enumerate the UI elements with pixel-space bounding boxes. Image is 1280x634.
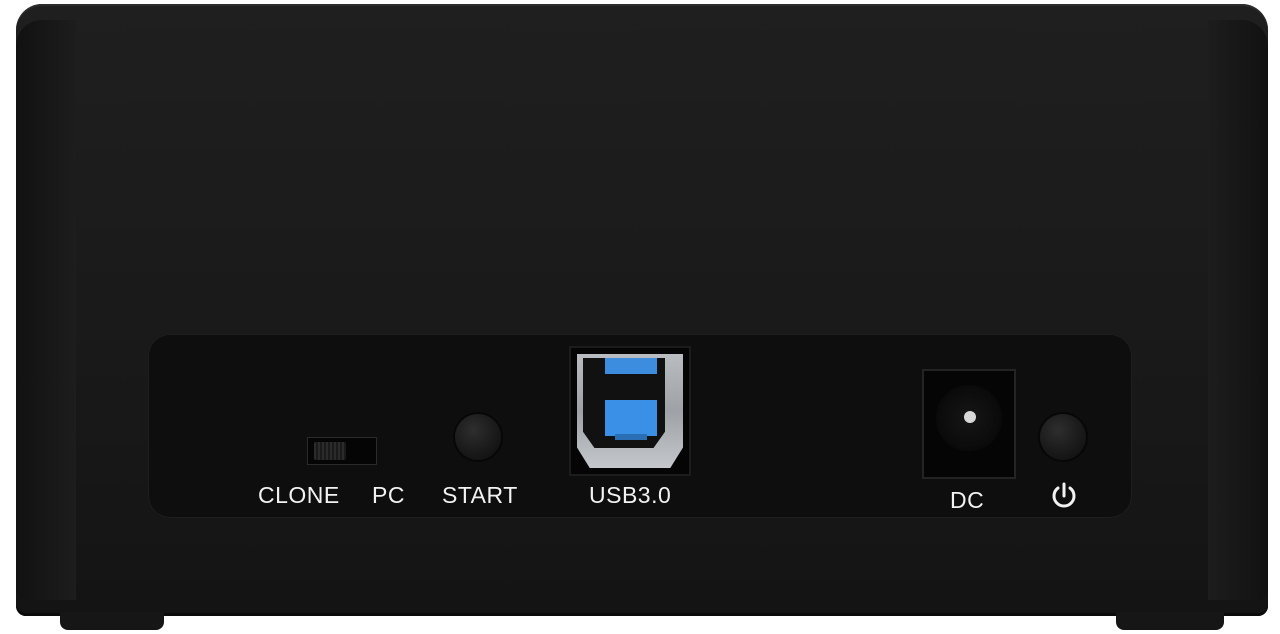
usb-b-port-icon[interactable] bbox=[569, 346, 691, 476]
usb-contact-shadow bbox=[615, 434, 647, 440]
right-foot bbox=[1116, 612, 1224, 630]
start-button[interactable] bbox=[455, 414, 501, 460]
usb-contact-top bbox=[605, 358, 657, 374]
dc-jack-icon[interactable] bbox=[922, 369, 1016, 479]
pc-label: PC bbox=[372, 482, 405, 508]
usb-label: USB3.0 bbox=[589, 482, 672, 508]
clone-label: CLONE bbox=[258, 482, 340, 508]
usb-contact-main bbox=[605, 400, 657, 436]
docking-station-body bbox=[16, 4, 1268, 616]
dc-center-pin bbox=[964, 411, 976, 423]
switch-knob[interactable] bbox=[314, 442, 346, 460]
body-left-edge bbox=[16, 20, 76, 600]
body-right-edge bbox=[1208, 20, 1268, 600]
power-button[interactable] bbox=[1040, 414, 1086, 460]
clone-pc-mode-switch[interactable] bbox=[307, 437, 377, 465]
product-photo: CLONE PC START USB3.0 DC bbox=[0, 0, 1280, 634]
start-label: START bbox=[442, 482, 518, 508]
power-icon bbox=[1052, 482, 1076, 508]
dc-label: DC bbox=[950, 487, 985, 513]
left-foot bbox=[60, 612, 164, 630]
